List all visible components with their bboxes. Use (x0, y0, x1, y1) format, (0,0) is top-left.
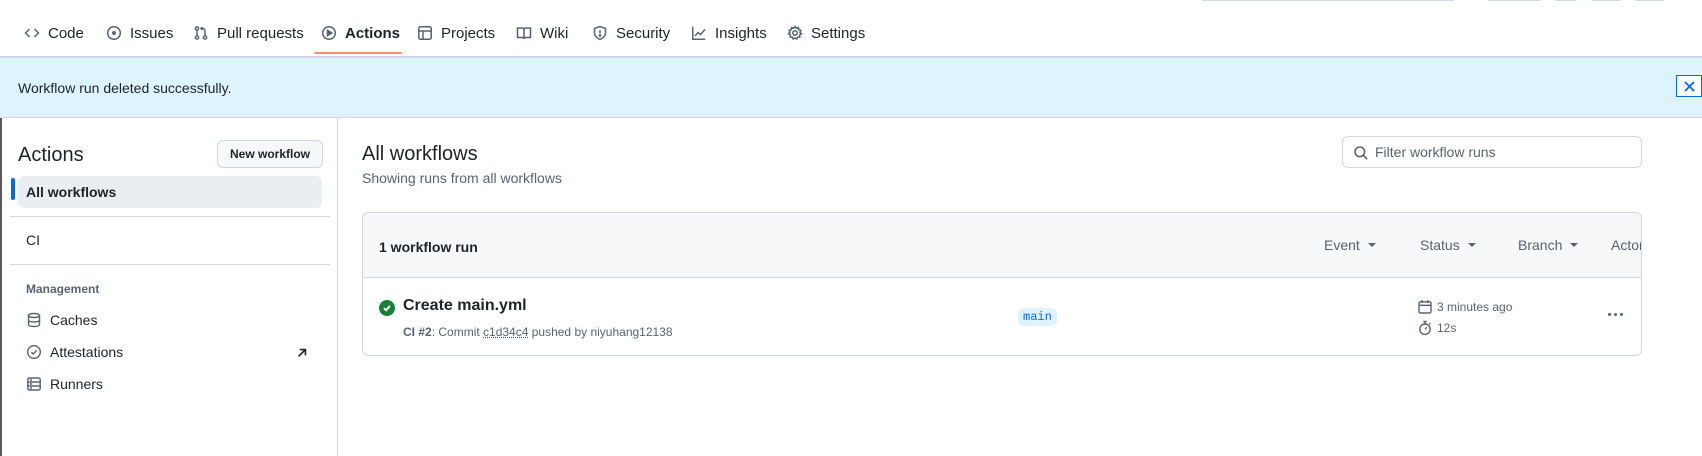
header-button-remnant[interactable] (1486, 0, 1542, 1)
run-actions-menu-button[interactable] (1603, 302, 1627, 326)
event-filter-dropdown[interactable]: Event (1324, 237, 1376, 253)
sidebar-title: Actions (18, 144, 84, 166)
header-remnants (0, 0, 1702, 2)
book-icon (516, 27, 532, 40)
tab-settings[interactable]: Settings (787, 20, 865, 46)
tab-code[interactable]: Code (24, 20, 84, 46)
flash-banner: Workflow run deleted successfully. (0, 57, 1702, 118)
filter-runs-input[interactable] (1375, 144, 1635, 160)
management-heading: Management (26, 282, 100, 296)
selected-marker (11, 178, 15, 200)
database-icon (27, 312, 41, 328)
runs-header: 1 workflow run Event Status Branch Actor (363, 213, 1641, 278)
run-meta: CI #2: Commit c1d34c4 pushed by niyuhang… (403, 325, 673, 339)
sidebar-item-attestations[interactable]: Attestations (18, 336, 322, 368)
close-icon (1683, 80, 1695, 92)
commit-sha-link[interactable]: c1d34c4 (483, 325, 528, 339)
success-check-icon (379, 300, 395, 316)
pull-request-icon (194, 26, 208, 40)
repo-nav: Code Issues Pull requests Actions Projec… (0, 0, 1702, 57)
code-icon (24, 28, 40, 38)
sidebar-divider (10, 264, 330, 265)
workflow-runs-box: 1 workflow run Event Status Branch Actor… (362, 212, 1642, 356)
run-timestamp: 3 minutes ago (1417, 299, 1512, 315)
caret-down-icon (1367, 243, 1376, 247)
tab-wiki[interactable]: Wiki (516, 20, 568, 46)
search-icon (1354, 146, 1368, 160)
page-title: All workflows (362, 143, 478, 165)
run-count: 1 workflow run (379, 239, 478, 255)
header-button-remnant[interactable] (1634, 0, 1666, 1)
sidebar-item-runners[interactable]: Runners (18, 368, 322, 400)
gear-icon (787, 25, 803, 41)
header-button-remnant[interactable] (1554, 0, 1578, 1)
stopwatch-icon (1419, 320, 1431, 336)
tab-issues[interactable]: Issues (106, 20, 173, 46)
flash-close-button[interactable] (1676, 75, 1702, 97)
status-filter-dropdown[interactable]: Status (1420, 237, 1476, 253)
tab-insights[interactable]: Insights (691, 20, 767, 46)
tab-pull-requests[interactable]: Pull requests (193, 20, 304, 46)
tab-security[interactable]: Security (592, 20, 670, 46)
branch-filter-dropdown[interactable]: Branch (1518, 237, 1579, 253)
external-link-icon (298, 348, 307, 357)
actor-filter-dropdown[interactable]: Actor (1611, 237, 1641, 253)
new-workflow-button[interactable]: New workflow (217, 140, 323, 168)
caret-down-icon (1570, 243, 1579, 247)
tab-projects[interactable]: Projects (417, 20, 495, 46)
run-duration: 12s (1417, 320, 1456, 336)
play-icon (321, 25, 337, 41)
sidebar-item-caches[interactable]: Caches (18, 304, 322, 336)
filter-runs-field[interactable] (1342, 136, 1642, 168)
kebab-horizontal-icon (1607, 312, 1611, 316)
tab-actions[interactable]: Actions (321, 20, 400, 46)
run-title-link[interactable]: Create main.yml (403, 297, 527, 315)
sidebar-item-ci[interactable]: CI (18, 224, 322, 256)
shield-icon (593, 25, 607, 41)
caret-down-icon (1467, 243, 1476, 247)
verified-icon (26, 344, 42, 360)
branch-label[interactable]: main (1018, 308, 1057, 326)
header-button-remnant[interactable] (1590, 0, 1622, 1)
sidebar-divider (10, 216, 330, 217)
issue-icon (106, 25, 122, 41)
actions-sidebar: Actions New workflow All workflows CI Ma… (2, 118, 338, 456)
table-icon (418, 26, 432, 40)
workflow-run-row[interactable]: Create main.yml CI #2: Commit c1d34c4 pu… (363, 278, 1641, 355)
flash-message: Workflow run deleted successfully. (18, 80, 232, 96)
graph-icon (692, 26, 706, 40)
calendar-icon (1418, 300, 1432, 314)
page-subtitle: Showing runs from all workflows (362, 170, 562, 186)
active-tab-underline (314, 52, 402, 54)
sidebar-item-all-workflows[interactable]: All workflows (18, 176, 322, 208)
server-icon (27, 377, 41, 391)
search-box-remnant[interactable] (1200, 0, 1456, 1)
